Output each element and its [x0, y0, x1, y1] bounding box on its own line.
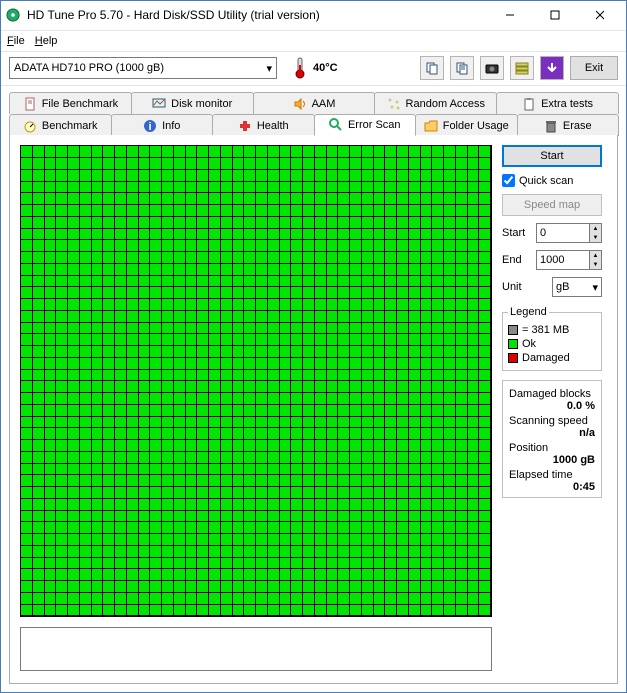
unit-select[interactable]: gB▾ [552, 277, 602, 297]
tab-aam[interactable]: AAM [253, 92, 376, 114]
spin-down-icon[interactable]: ▼ [590, 233, 601, 242]
exit-button[interactable]: Exit [570, 56, 618, 80]
options-button[interactable] [510, 56, 534, 80]
tab-row-bottom: Benchmark iInfo Health Error Scan Folder… [9, 114, 618, 136]
tab-benchmark[interactable]: Benchmark [9, 114, 112, 136]
tab-error-scan[interactable]: Error Scan [314, 114, 417, 136]
tabs-area: File Benchmark Disk monitor AAM Random A… [1, 86, 626, 136]
end-spinner[interactable]: ▲▼ [536, 250, 602, 270]
scan-log [20, 627, 492, 671]
error-scan-panel: Start Quick scan Speed map Start ▲▼ End … [9, 135, 618, 684]
legend-title: Legend [508, 306, 549, 318]
unit-field: Unit gB▾ [502, 277, 602, 297]
tab-row-top: File Benchmark Disk monitor AAM Random A… [9, 92, 618, 114]
copy-text-button[interactable] [450, 56, 474, 80]
tab-random-access[interactable]: Random Access [374, 92, 497, 114]
position-label: Position [509, 442, 595, 454]
tab-extra-tests[interactable]: Extra tests [496, 92, 619, 114]
tab-disk-monitor[interactable]: Disk monitor [131, 92, 254, 114]
damaged-blocks-value: 0.0 % [509, 400, 595, 412]
tab-health[interactable]: Health [212, 114, 315, 136]
minimize-button[interactable] [487, 1, 532, 29]
scan-grid [20, 145, 492, 617]
random-icon [387, 97, 401, 111]
title-bar: HD Tune Pro 5.70 - Hard Disk/SSD Utility… [1, 1, 626, 31]
damaged-blocks-label: Damaged blocks [509, 388, 595, 400]
tab-folder-usage[interactable]: Folder Usage [415, 114, 518, 136]
health-icon [238, 119, 252, 133]
tab-info[interactable]: iInfo [111, 114, 214, 136]
side-panel: Start Quick scan Speed map Start ▲▼ End … [502, 145, 602, 673]
end-field: End ▲▼ [502, 250, 602, 270]
info-icon: i [143, 119, 157, 133]
spin-up-icon[interactable]: ▲ [590, 224, 601, 233]
elapsed-time-value: 0:45 [509, 481, 595, 493]
menu-file[interactable]: File [7, 35, 25, 47]
speaker-icon [293, 97, 307, 111]
chevron-down-icon: ▾ [592, 281, 598, 294]
tab-file-benchmark[interactable]: File Benchmark [9, 92, 132, 114]
elapsed-time-label: Elapsed time [509, 469, 595, 481]
unit-label: Unit [502, 281, 532, 293]
drive-select-value: ADATA HD710 PRO (1000 gB) [14, 62, 164, 74]
ok-swatch [508, 339, 518, 349]
stats-box: Damaged blocks 0.0 % Scanning speed n/a … [502, 380, 602, 498]
monitor-icon [152, 97, 166, 111]
menu-bar: File Help [1, 31, 626, 51]
thermometer-icon [293, 57, 307, 79]
window-buttons [487, 1, 622, 29]
block-size-swatch [508, 325, 518, 335]
speed-map-button: Speed map [502, 194, 602, 216]
scanning-speed-value: n/a [509, 427, 595, 439]
copy-info-button[interactable] [420, 56, 444, 80]
spin-up-icon[interactable]: ▲ [590, 251, 601, 260]
save-button[interactable] [540, 56, 564, 80]
toolbar: ADATA HD710 PRO (1000 gB) ▾ 40°C Exit [1, 51, 626, 87]
position-value: 1000 gB [509, 454, 595, 466]
tab-erase[interactable]: Erase [517, 114, 620, 136]
end-label: End [502, 254, 532, 266]
temperature-block: 40°C [293, 57, 338, 79]
chevron-down-icon: ▾ [266, 62, 272, 75]
start-label: Start [502, 227, 532, 239]
spin-down-icon[interactable]: ▼ [590, 260, 601, 269]
drive-select[interactable]: ADATA HD710 PRO (1000 gB) ▾ [9, 57, 277, 79]
folder-icon [424, 119, 438, 133]
end-input[interactable] [537, 251, 589, 269]
close-button[interactable] [577, 1, 622, 29]
screenshot-button[interactable] [480, 56, 504, 80]
maximize-button[interactable] [532, 1, 577, 29]
quick-scan-checkbox[interactable]: Quick scan [502, 174, 602, 187]
start-field: Start ▲▼ [502, 223, 602, 243]
window-title: HD Tune Pro 5.70 - Hard Disk/SSD Utility… [27, 8, 487, 22]
temperature-value: 40°C [313, 62, 338, 74]
trash-icon [544, 119, 558, 133]
damaged-swatch [508, 353, 518, 363]
gauge-icon [23, 119, 37, 133]
clipboard-icon [522, 97, 536, 111]
search-icon [329, 118, 343, 132]
app-icon [5, 7, 21, 23]
start-button[interactable]: Start [502, 145, 602, 167]
svg-text:i: i [149, 121, 152, 133]
menu-help[interactable]: Help [35, 35, 58, 47]
document-icon [23, 97, 37, 111]
start-spinner[interactable]: ▲▼ [536, 223, 602, 243]
scanning-speed-label: Scanning speed [509, 415, 595, 427]
legend-box: Legend = 381 MB Ok Damaged [502, 306, 602, 371]
start-input[interactable] [537, 224, 589, 242]
